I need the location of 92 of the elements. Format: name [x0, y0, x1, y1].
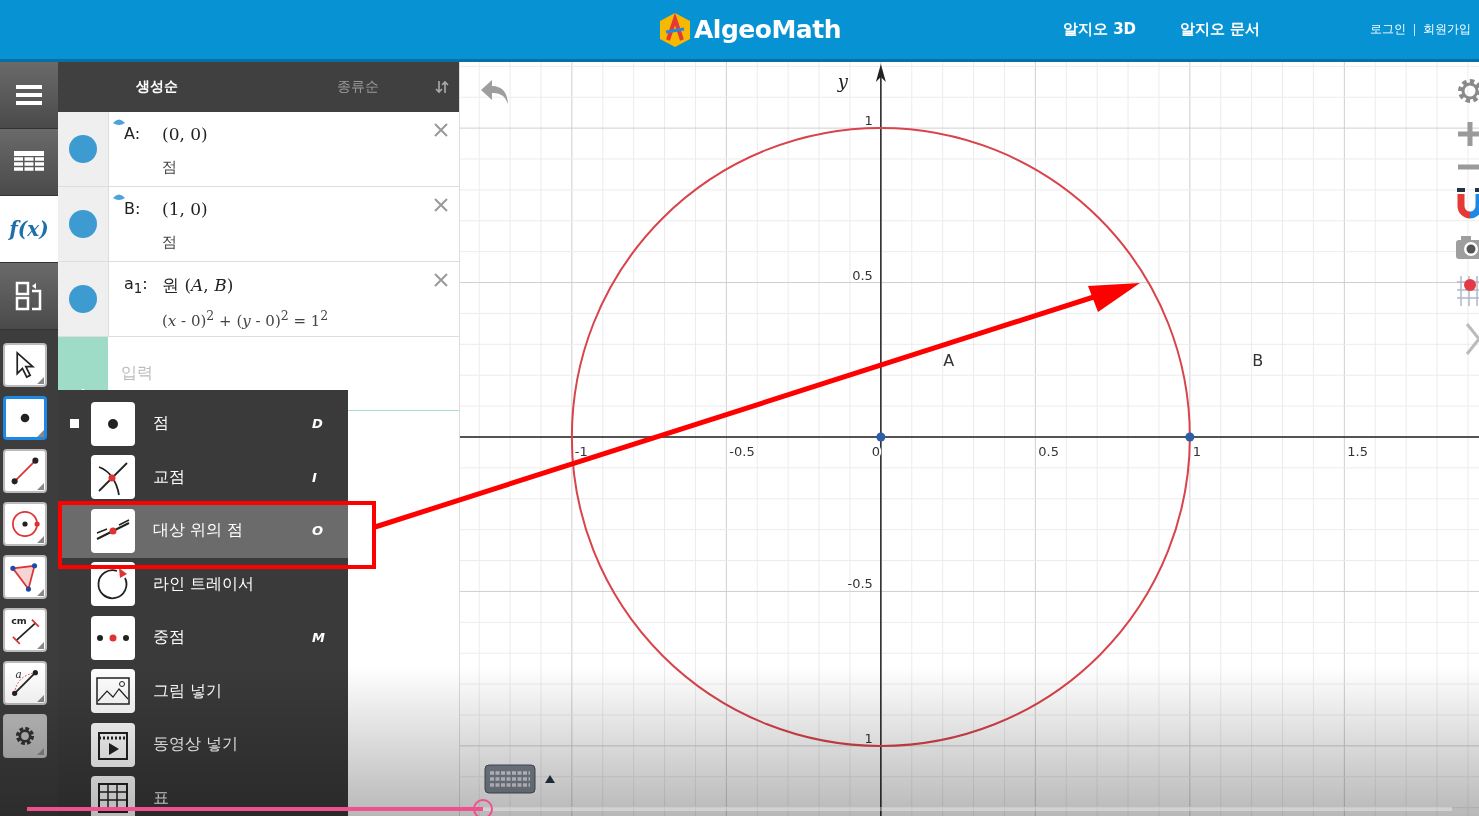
shortcut-key: D: [312, 416, 323, 432]
logo-text: AlgeoMath: [694, 15, 841, 44]
tool-menu-item[interactable]: 교점 I: [58, 450, 348, 504]
input-field[interactable]: 입력: [108, 357, 459, 387]
polygon-icon: [10, 563, 38, 592]
progress-handle[interactable]: [473, 799, 493, 816]
sort-icon[interactable]: [435, 80, 449, 94]
object-description: 점: [162, 232, 178, 253]
settings-icon[interactable]: [1455, 76, 1479, 106]
segment-icon: [11, 457, 39, 485]
circle-icon: [12, 511, 40, 537]
tick-label: 0.5: [852, 267, 873, 283]
side-tab[interactable]: [0, 129, 58, 196]
shortcut-key: O: [312, 523, 324, 539]
tool-label: 그림 넣기: [153, 680, 223, 702]
point-on-object-tool-icon: [91, 508, 135, 553]
tool-label: 중점: [153, 627, 185, 649]
video-progress-bar[interactable]: [27, 807, 1452, 811]
color-dot[interactable]: [69, 135, 97, 163]
keyboard-icon[interactable]: [484, 764, 536, 794]
tick-label: 1: [864, 730, 873, 746]
tool-button[interactable]: [3, 714, 47, 758]
point-label: A: [943, 350, 955, 370]
tool-button[interactable]: cm: [3, 608, 47, 652]
object-name: A:: [124, 124, 142, 145]
magnet-icon[interactable]: [1455, 186, 1479, 220]
expand-icon[interactable]: [544, 774, 556, 784]
tool-menu-item[interactable]: 동영상 넣기: [58, 718, 348, 772]
tool-button[interactable]: a: [3, 661, 47, 705]
point[interactable]: [1185, 432, 1195, 442]
side-tab[interactable]: [0, 62, 58, 129]
tool-label: 동영상 넣기: [153, 734, 239, 756]
side-tab[interactable]: [0, 263, 58, 330]
table-icon: [14, 151, 44, 173]
side-tab[interactable]: f(x): [0, 196, 58, 263]
graph-layout-icon: [15, 281, 43, 311]
tool-label: 교점: [153, 466, 185, 488]
image-tool-icon: [91, 669, 135, 714]
tool-button[interactable]: [3, 396, 47, 440]
tick-label: 1.5: [1347, 444, 1369, 459]
object-value: (0, 0): [162, 124, 209, 146]
point-icon: [20, 413, 30, 423]
zoom-out-icon[interactable]: [1455, 162, 1479, 172]
sort-tab[interactable]: 종류순: [337, 78, 379, 96]
tick-label: 1: [864, 113, 873, 129]
object-value: 원 (A, B): [162, 274, 235, 297]
tool-menu-item[interactable]: 그림 넣기: [58, 664, 348, 718]
tool-menu-item[interactable]: 중점 M: [58, 611, 348, 665]
tool-label: 라인 트레이서: [153, 573, 255, 595]
object-description: (x - 0)$^{2}$ + (y - 0)$^{2}$ = 1$^{2}$: [162, 307, 330, 332]
zoom-in-icon[interactable]: [1455, 120, 1479, 148]
tool-button[interactable]: [3, 449, 47, 493]
tick-label: 0.5: [1038, 444, 1060, 459]
video-tool-icon: [91, 722, 135, 767]
tool-menu-item[interactable]: 점 D: [58, 397, 348, 451]
sort-tab[interactable]: 생성순: [136, 78, 178, 96]
camera-icon[interactable]: [1455, 234, 1479, 260]
tick-label: 1: [1192, 444, 1202, 459]
tool-label: 대상 위의 점: [153, 520, 244, 542]
logo-icon: [658, 11, 692, 48]
tracer-tool-icon: [91, 562, 135, 607]
tool-button[interactable]: [3, 343, 47, 387]
eye-icon[interactable]: [112, 118, 126, 126]
object-name: B:: [124, 199, 142, 220]
object-value: (1, 0): [162, 199, 209, 221]
color-dot[interactable]: [69, 285, 97, 313]
table-tool-icon: [91, 776, 135, 816]
shortcut-key: I: [312, 469, 317, 485]
menu-icon: [16, 84, 42, 106]
tool-label: 점: [153, 413, 169, 435]
eye-icon[interactable]: [112, 193, 126, 201]
tool-menu-item[interactable]: 라인 트레이서: [58, 557, 348, 611]
tool-button[interactable]: [3, 555, 47, 599]
settings-icon: [15, 726, 35, 746]
tick-label: -0.5: [847, 576, 873, 592]
shortcut-key: M: [312, 630, 325, 646]
midpoint-tool-icon: [91, 615, 135, 660]
object-description: 점: [162, 157, 178, 178]
object-name: a$_{1}$:: [124, 274, 149, 299]
intersect-tool-icon: [91, 455, 135, 500]
point[interactable]: [876, 432, 886, 442]
grid-point-icon[interactable]: [1455, 274, 1479, 308]
undo-icon[interactable]: [480, 78, 510, 106]
pointer-icon: [16, 351, 36, 379]
tick-label: 0: [871, 444, 881, 459]
point-label: B: [1252, 350, 1264, 370]
point-tool-icon: [91, 401, 135, 446]
color-dot[interactable]: [69, 210, 97, 238]
tool-label: 표: [153, 787, 169, 809]
axis-label: y: [837, 71, 849, 92]
tick-label: -1: [574, 444, 588, 459]
tick-label: -0.5: [729, 444, 755, 459]
